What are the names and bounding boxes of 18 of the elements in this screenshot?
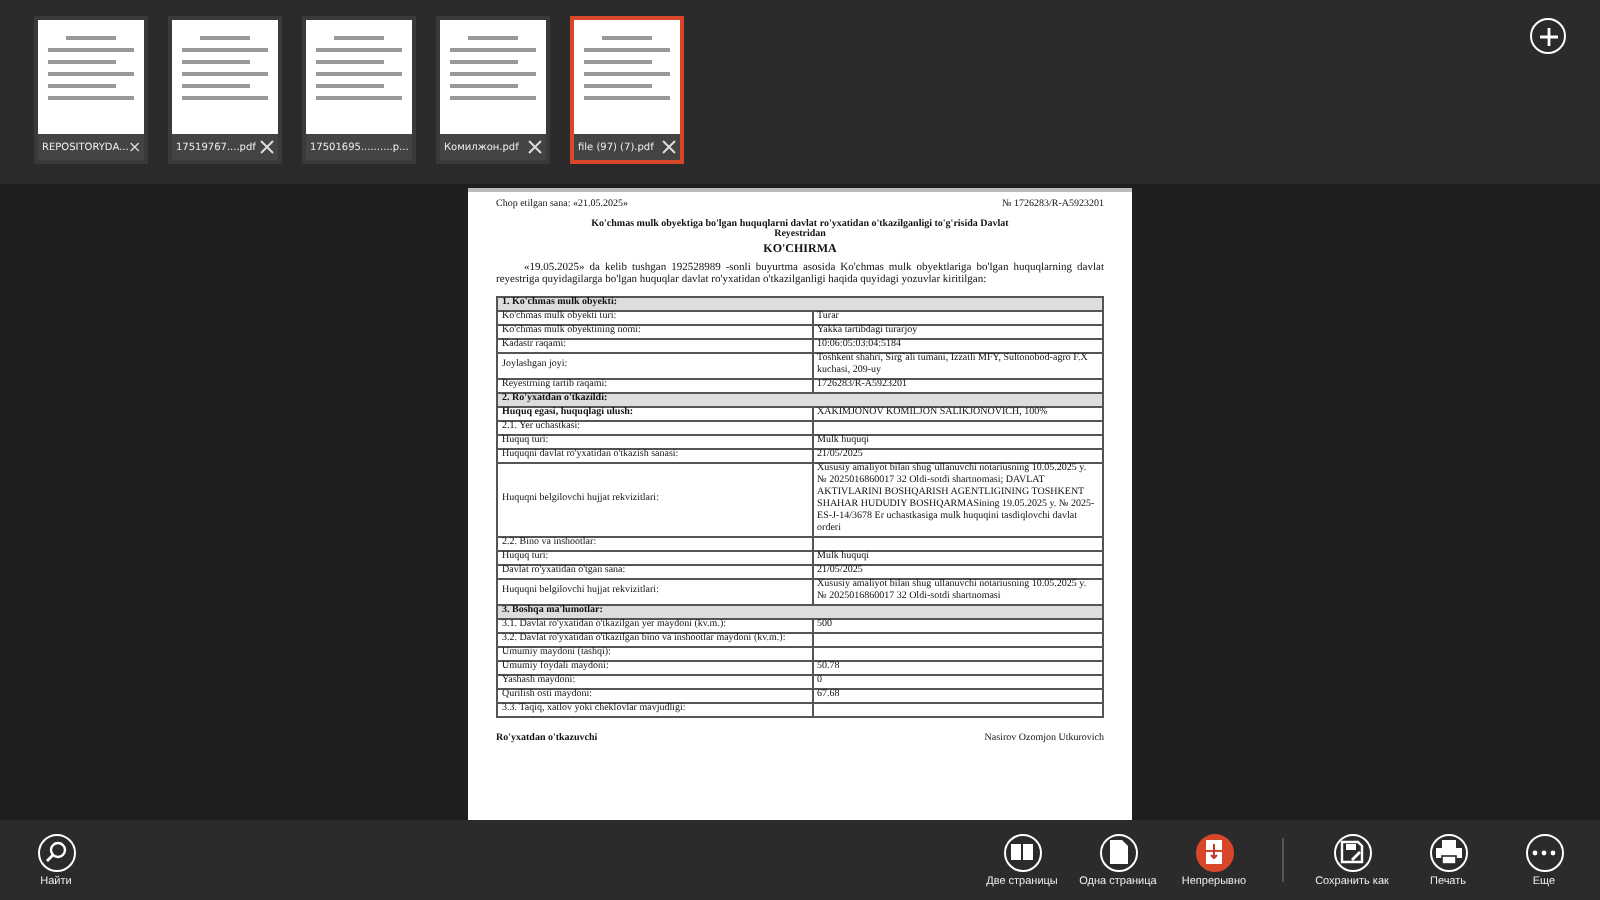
close-icon[interactable] [130,140,140,154]
close-icon[interactable] [528,140,542,154]
search-icon [44,840,68,865]
page-thumbnail [574,20,680,134]
page-thumbnail [38,20,144,134]
two-pages-icon [1010,842,1034,863]
close-icon[interactable] [662,140,676,154]
more-icon [1532,849,1556,856]
save-icon [1340,840,1364,865]
page-icon [1109,840,1127,865]
page-thumbnail [172,20,278,134]
plus-icon [1539,27,1557,45]
continuous-pages-icon [1206,840,1222,865]
printer-icon [1435,840,1461,865]
close-icon[interactable] [260,140,274,154]
page-thumbnail [440,20,546,134]
page-thumbnail [306,20,412,134]
new-tab-button[interactable] [1530,18,1566,54]
